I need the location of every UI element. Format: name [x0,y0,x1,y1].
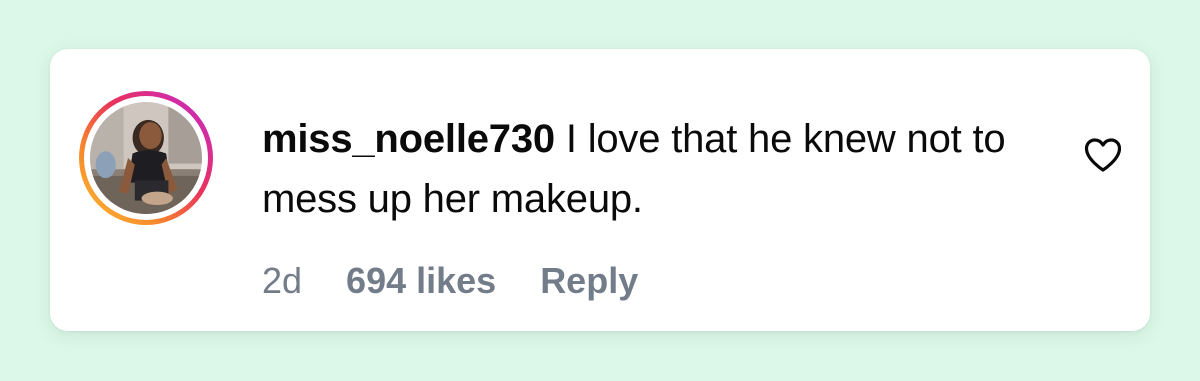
comment-card: miss_noelle730 I love that he knew not t… [50,49,1150,331]
comment-timestamp[interactable]: 2d [262,259,302,303]
comment-likes-count[interactable]: 694 likes [346,259,496,303]
like-button[interactable] [1083,137,1123,173]
reply-button[interactable]: Reply [540,259,638,303]
avatar-photo [90,102,202,214]
heart-icon [1084,138,1122,172]
avatar-ring-gap [84,96,208,220]
avatar[interactable] [90,102,202,214]
comment-meta: 2d 694 likes Reply [262,259,638,303]
comment-body: miss_noelle730 I love that he knew not t… [262,109,1052,229]
avatar-story-ring[interactable] [79,91,213,225]
comment-username[interactable]: miss_noelle730 [262,117,555,161]
